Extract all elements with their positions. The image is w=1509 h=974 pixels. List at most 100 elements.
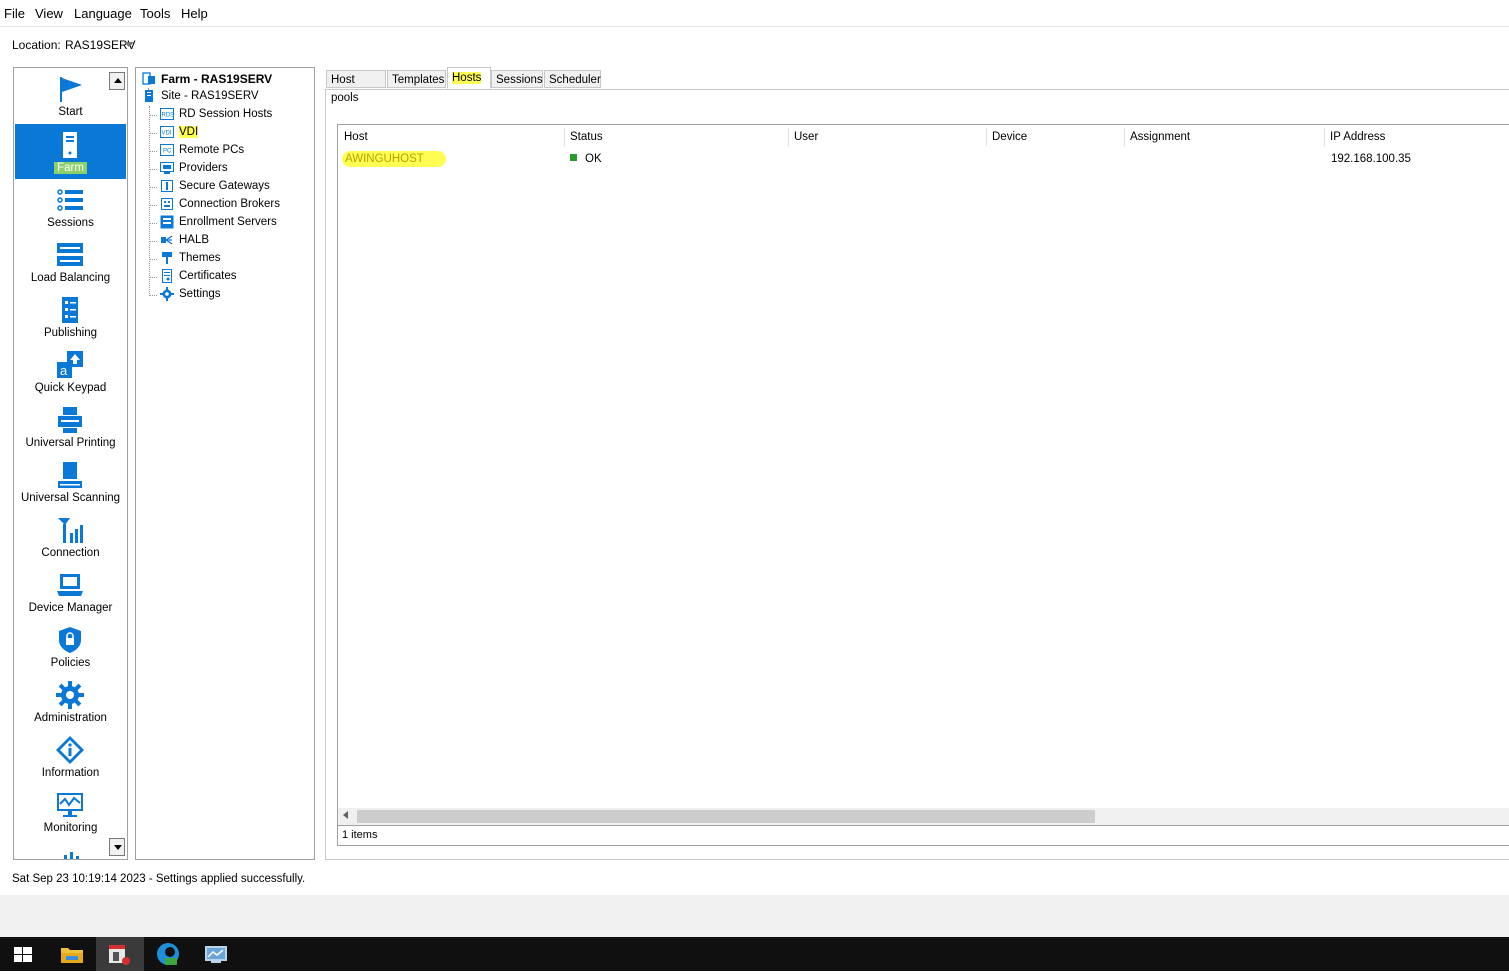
nav-item-label: Quick Keypad bbox=[34, 382, 107, 394]
tab-sessions[interactable]: Sessions bbox=[491, 70, 543, 88]
nav-scroll-up-button[interactable] bbox=[109, 72, 125, 90]
location-label: Location: bbox=[12, 38, 61, 52]
tree-item-label: HALB bbox=[179, 234, 210, 246]
tree-item-label: Remote PCs bbox=[179, 144, 245, 156]
nav-item-device-manager[interactable]: Device Manager bbox=[15, 564, 126, 619]
column-header-host[interactable]: Host bbox=[338, 125, 564, 149]
antenna-signal-icon bbox=[58, 518, 83, 543]
category-navigation: Start Farm Sessions Load Balancing Publi… bbox=[13, 67, 128, 860]
nav-item-quick-keypad[interactable]: a Quick Keypad bbox=[15, 344, 126, 399]
server-icon bbox=[145, 90, 153, 102]
taskbar bbox=[0, 937, 1509, 971]
nav-scroll-down-button[interactable] bbox=[109, 838, 125, 856]
nav-item-information[interactable]: Information bbox=[15, 729, 126, 784]
nav-item-label: Universal Scanning bbox=[20, 492, 121, 504]
cell-status: OK bbox=[570, 151, 602, 167]
tab-hosts[interactable]: Hosts bbox=[447, 67, 491, 89]
farm-tree: Farm - RAS19SERV Site - RAS19SERV RDS RD… bbox=[135, 67, 315, 860]
column-header-ip-address[interactable]: IP Address bbox=[1324, 125, 1509, 149]
nav-item-label: Policies bbox=[50, 657, 91, 669]
nav-item-label: Monitoring bbox=[43, 822, 98, 834]
tree-item-label: Enrollment Servers bbox=[179, 216, 277, 228]
tree-item-label: Site - RAS19SERV bbox=[161, 90, 259, 102]
nav-item-label: Publishing bbox=[43, 327, 98, 339]
nav-item-label: Information bbox=[41, 767, 100, 779]
column-header-status[interactable]: Status bbox=[564, 125, 788, 149]
info-diamond-icon bbox=[56, 736, 84, 764]
gateway-icon bbox=[161, 180, 173, 192]
monitor-chart-icon bbox=[57, 793, 83, 817]
nav-item-monitoring[interactable]: Monitoring bbox=[15, 784, 126, 839]
nav-item-farm[interactable]: Farm bbox=[15, 124, 126, 179]
windows-start-button[interactable] bbox=[0, 937, 48, 971]
tab-label: Hosts bbox=[452, 72, 482, 84]
taskbar-edge-dev[interactable] bbox=[144, 937, 192, 971]
ras-console-icon bbox=[109, 945, 130, 965]
menu-language[interactable]: Language bbox=[74, 6, 132, 21]
gear-icon bbox=[56, 681, 84, 709]
nav-item-universal-scanning[interactable]: Universal Scanning bbox=[15, 454, 126, 509]
column-header-assignment[interactable]: Assignment bbox=[1124, 125, 1324, 149]
tab-scheduler[interactable]: Scheduler bbox=[544, 70, 601, 88]
status-text: OK bbox=[585, 153, 602, 165]
certificate-icon bbox=[162, 269, 172, 283]
nav-item-label: Administration bbox=[34, 712, 107, 724]
status-ok-icon bbox=[570, 154, 577, 161]
tab-host-pools[interactable]: Host pools bbox=[326, 70, 386, 104]
menu-bar: File View Language Tools Help bbox=[0, 0, 1509, 27]
nav-item-label: Universal Printing bbox=[25, 437, 116, 449]
menu-tools[interactable]: Tools bbox=[140, 6, 170, 21]
status-message: Sat Sep 23 10:19:14 2023 - Settings appl… bbox=[12, 873, 306, 885]
menu-view[interactable]: View bbox=[35, 6, 63, 21]
tree-item-label: Themes bbox=[179, 252, 221, 264]
quick-keypad-icon: a bbox=[57, 351, 83, 378]
nav-item-label: Sessions bbox=[47, 217, 94, 229]
chevron-down-icon[interactable] bbox=[124, 42, 134, 47]
paint-brush-icon bbox=[162, 252, 172, 264]
list-icon bbox=[57, 189, 83, 211]
nav-item-label: Start bbox=[58, 106, 83, 118]
nav-item-universal-printing[interactable]: Universal Printing bbox=[15, 399, 126, 454]
file-explorer-icon bbox=[61, 948, 83, 963]
nav-item-load-balancing[interactable]: Load Balancing bbox=[15, 234, 126, 289]
column-header-user[interactable]: User bbox=[788, 125, 986, 149]
scrollbar-thumb[interactable] bbox=[357, 810, 1095, 823]
cell-host: AWINGUHOST bbox=[342, 151, 446, 167]
column-header-device[interactable]: Device bbox=[986, 125, 1124, 149]
menu-help[interactable]: Help bbox=[181, 6, 208, 21]
broker-icon bbox=[161, 198, 173, 210]
menu-file[interactable]: File bbox=[4, 6, 25, 21]
gear-icon bbox=[160, 287, 174, 301]
laptop-icon bbox=[57, 574, 83, 596]
nav-item-publishing[interactable]: Publishing bbox=[15, 289, 126, 344]
svg-text:RDS: RDS bbox=[162, 113, 175, 119]
svg-text:PC: PC bbox=[163, 149, 172, 155]
nav-item-label: Load Balancing bbox=[30, 272, 111, 284]
nav-item-label: Device Manager bbox=[28, 602, 113, 614]
nav-item-connection[interactable]: Connection bbox=[15, 509, 126, 564]
scanner-icon bbox=[58, 462, 82, 488]
horizontal-scrollbar[interactable] bbox=[338, 808, 1509, 825]
taskbar-file-explorer[interactable] bbox=[48, 937, 96, 971]
tab-templates[interactable]: Templates bbox=[387, 70, 446, 88]
pc-icon: PC bbox=[160, 144, 174, 156]
tree-item-label: VDI bbox=[179, 126, 199, 138]
taskbar-ras-console[interactable] bbox=[96, 937, 144, 971]
printer-icon bbox=[58, 407, 82, 433]
halb-icon bbox=[161, 235, 173, 245]
enrollment-icon bbox=[160, 215, 174, 229]
tree-item-label: Secure Gateways bbox=[179, 180, 270, 192]
load-balancing-icon bbox=[57, 243, 83, 266]
item-count: 1 items bbox=[338, 825, 1509, 845]
taskbar-control-panel[interactable] bbox=[192, 937, 240, 971]
shield-lock-icon bbox=[59, 627, 81, 653]
nav-item-label: Connection bbox=[41, 547, 100, 559]
cell-ip-address: 192.168.100.35 bbox=[1331, 153, 1411, 165]
tree-item-label: Certificates bbox=[179, 270, 237, 282]
nav-item-sessions[interactable]: Sessions bbox=[15, 179, 126, 234]
vdi-icon: VDI bbox=[160, 126, 174, 138]
nav-item-administration[interactable]: Administration bbox=[15, 674, 126, 729]
partial-chart-icon bbox=[64, 852, 79, 859]
scroll-left-arrow-icon[interactable] bbox=[343, 811, 348, 819]
nav-item-policies[interactable]: Policies bbox=[15, 619, 126, 674]
